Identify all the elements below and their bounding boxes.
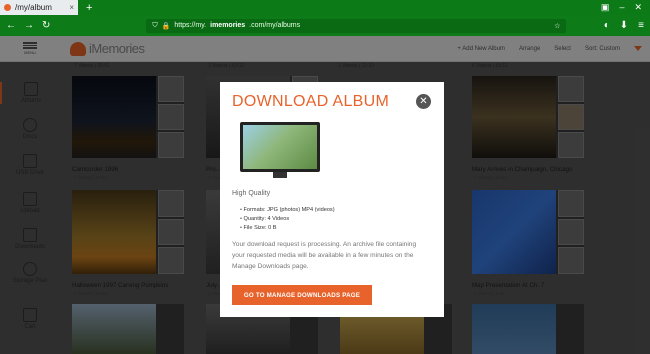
lock-icon: 🔒 xyxy=(161,22,171,30)
dialog-description: Your download request is processing. An … xyxy=(232,241,417,270)
back-icon[interactable]: ← xyxy=(6,20,16,31)
dialog-title: DOWNLOAD ALBUM xyxy=(232,93,390,110)
bookmark-star-icon[interactable]: ☆ xyxy=(554,22,560,30)
shield-icon: ⛉ xyxy=(152,21,158,29)
close-icon[interactable]: ✕ xyxy=(416,94,431,109)
pocket-icon[interactable]: ◐ xyxy=(604,20,610,31)
new-tab-button[interactable]: + xyxy=(86,2,92,14)
url-prefix: https://my. xyxy=(174,22,207,29)
tab-close-icon[interactable]: × xyxy=(69,3,74,12)
extension-icon[interactable]: ▣ xyxy=(601,2,610,13)
browser-menu-icon[interactable]: ≡ xyxy=(638,20,644,31)
close-window-icon[interactable]: ✕ xyxy=(634,2,642,13)
download-icon[interactable]: ⬇ xyxy=(620,20,628,31)
screen: /my/album × + ▣ – ✕ ← → ↻ ⛉ 🔒 https://my… xyxy=(0,0,650,354)
quality-label: High Quality xyxy=(232,190,271,197)
browser-tab-bar: /my/album × + ▣ – ✕ xyxy=(0,0,650,15)
browser-tab[interactable]: /my/album × xyxy=(0,0,78,15)
site-favicon-icon xyxy=(4,4,11,11)
tv-illustration-icon xyxy=(240,122,320,180)
download-album-dialog: DOWNLOAD ALBUM ✕ High Quality Formats: J… xyxy=(220,82,444,317)
spec-list: Formats: JPG (photos) MP4 (videos) Quant… xyxy=(240,206,335,233)
url-rest: .com/my/albums xyxy=(249,22,301,29)
address-bar[interactable]: ⛉ 🔒 https://my. imemories .com/my/albums ☆ xyxy=(146,18,567,33)
minimize-icon[interactable]: – xyxy=(619,2,624,13)
spec-quantity: Quantity: 4 Videos xyxy=(240,215,335,224)
browser-nav-bar: ← → ↻ ⛉ 🔒 https://my. imemories .com/my/al… xyxy=(0,15,650,36)
spec-file-size: File Size: 0 B xyxy=(240,224,335,233)
spec-formats: Formats: JPG (photos) MP4 (videos) xyxy=(240,206,335,215)
url-domain: imemories xyxy=(210,22,246,29)
forward-icon[interactable]: → xyxy=(24,20,34,31)
tab-title: /my/album xyxy=(15,3,52,12)
manage-downloads-button[interactable]: GO TO MANAGE DOWNLOADS PAGE xyxy=(232,285,372,305)
reload-icon[interactable]: ↻ xyxy=(42,20,50,31)
